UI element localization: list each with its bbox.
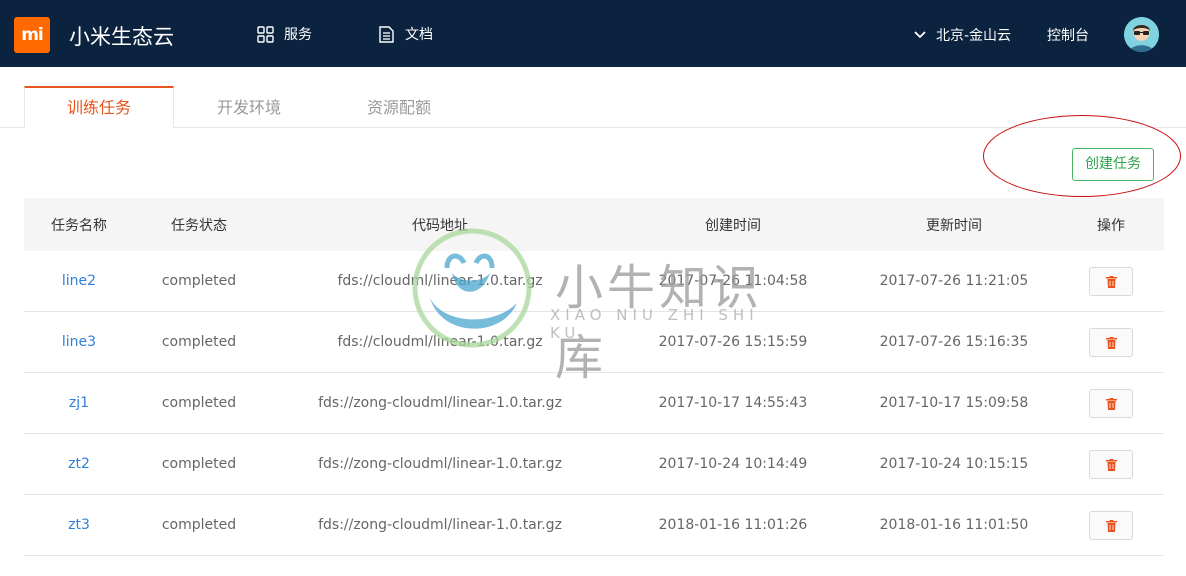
tab-bar: 训练任务 开发环境 资源配额 bbox=[0, 67, 1186, 128]
trash-icon bbox=[1106, 458, 1117, 471]
chevron-down-icon bbox=[914, 31, 926, 39]
delete-button[interactable] bbox=[1089, 327, 1133, 357]
delete-button[interactable] bbox=[1089, 388, 1133, 418]
table-row: line3 completed fds://cloudml/linear-1.0… bbox=[24, 312, 1164, 373]
column-header-updated: 更新时间 bbox=[926, 217, 982, 234]
task-created-time: 2017-07-26 15:15:59 bbox=[658, 334, 808, 350]
task-status: completed bbox=[161, 456, 237, 472]
grid-icon bbox=[257, 25, 274, 43]
task-code-url: fds://cloudml/linear-1.0.tar.gz bbox=[337, 334, 543, 350]
delete-button[interactable] bbox=[1089, 449, 1133, 479]
region-label: 北京-金山云 bbox=[936, 28, 1012, 44]
trash-icon bbox=[1106, 336, 1117, 349]
task-name-link[interactable]: line3 bbox=[62, 334, 96, 350]
delete-button[interactable] bbox=[1089, 266, 1133, 296]
task-code-url: fds://cloudml/linear-1.0.tar.gz bbox=[337, 273, 543, 289]
column-header-status: 任务状态 bbox=[171, 217, 227, 234]
table-row: zt3 completed fds://zong-cloudml/linear-… bbox=[24, 495, 1164, 556]
table-row: zj1 completed fds://zong-cloudml/linear-… bbox=[24, 373, 1164, 434]
task-updated-time: 2017-07-26 15:16:35 bbox=[879, 334, 1029, 350]
task-updated-time: 2017-10-24 10:15:15 bbox=[879, 456, 1029, 472]
table-header: 任务名称 任务状态 代码地址 创建时间 更新时间 操作 bbox=[24, 198, 1164, 251]
table-row: zt2 completed fds://zong-cloudml/linear-… bbox=[24, 434, 1164, 495]
task-status: completed bbox=[161, 273, 237, 289]
task-name-link[interactable]: zj1 bbox=[69, 395, 89, 411]
avatar[interactable] bbox=[1124, 17, 1159, 52]
task-created-time: 2017-10-17 14:55:43 bbox=[658, 395, 808, 411]
tab-resource-quota[interactable]: 资源配额 bbox=[324, 87, 474, 128]
nav-services-label: 服务 bbox=[284, 27, 312, 43]
task-created-time: 2018-01-16 11:01:26 bbox=[658, 517, 808, 533]
task-updated-time: 2017-10-17 15:09:58 bbox=[879, 395, 1029, 411]
task-status: completed bbox=[161, 395, 237, 411]
task-name-link[interactable]: line2 bbox=[62, 273, 96, 289]
top-navbar: mi 小米生态云 服务 文档 北京-金山云 控制台 bbox=[0, 0, 1186, 67]
task-code-url: fds://zong-cloudml/linear-1.0.tar.gz bbox=[318, 517, 562, 533]
task-updated-time: 2017-07-26 11:21:05 bbox=[879, 273, 1029, 289]
task-name-link[interactable]: zt3 bbox=[68, 517, 90, 533]
brand-title[interactable]: 小米生态云 bbox=[69, 21, 174, 51]
task-status: completed bbox=[161, 334, 237, 350]
task-updated-time: 2018-01-16 11:01:50 bbox=[879, 517, 1029, 533]
mi-logo[interactable]: mi bbox=[14, 17, 50, 53]
column-header-name: 任务名称 bbox=[51, 217, 107, 234]
task-name-link[interactable]: zt2 bbox=[68, 456, 90, 472]
nav-services[interactable]: 服务 bbox=[257, 24, 312, 44]
user-avatar-icon bbox=[1124, 17, 1159, 52]
task-table: 任务名称 任务状态 代码地址 创建时间 更新时间 操作 line2 comple… bbox=[24, 198, 1164, 556]
nav-docs-label: 文档 bbox=[405, 27, 433, 43]
task-code-url: fds://zong-cloudml/linear-1.0.tar.gz bbox=[318, 395, 562, 411]
region-selector[interactable]: 北京-金山云 bbox=[914, 25, 1011, 45]
delete-button[interactable] bbox=[1089, 510, 1133, 540]
task-code-url: fds://zong-cloudml/linear-1.0.tar.gz bbox=[318, 456, 562, 472]
trash-icon bbox=[1106, 519, 1117, 532]
document-icon bbox=[379, 25, 394, 43]
column-header-actions: 操作 bbox=[1097, 217, 1125, 234]
task-created-time: 2017-07-26 11:04:58 bbox=[658, 273, 808, 289]
column-header-code: 代码地址 bbox=[412, 217, 468, 234]
trash-icon bbox=[1106, 397, 1117, 410]
create-task-button[interactable]: 创建任务 bbox=[1072, 148, 1154, 181]
nav-docs[interactable]: 文档 bbox=[378, 24, 433, 44]
column-header-created: 创建时间 bbox=[705, 217, 761, 234]
task-status: completed bbox=[161, 517, 237, 533]
console-link[interactable]: 控制台 bbox=[1047, 25, 1089, 45]
trash-icon bbox=[1106, 275, 1117, 288]
tab-dev-environment[interactable]: 开发环境 bbox=[174, 87, 324, 128]
tab-training-tasks[interactable]: 训练任务 bbox=[24, 86, 174, 128]
table-row: line2 completed fds://cloudml/linear-1.0… bbox=[24, 251, 1164, 312]
task-created-time: 2017-10-24 10:14:49 bbox=[658, 456, 808, 472]
